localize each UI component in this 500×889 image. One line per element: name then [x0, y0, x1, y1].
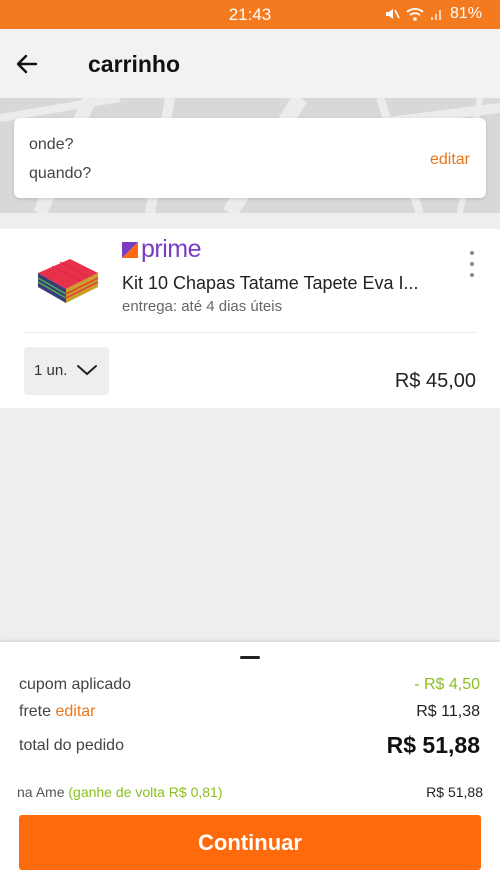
- cart-screen: 21:43 81% carrinho onde? quando? editar …: [0, 0, 500, 889]
- ame-label-group: na Ame (ganhe de volta R$ 0,81): [17, 784, 222, 800]
- continue-button[interactable]: Continuar: [19, 815, 481, 870]
- more-options-button[interactable]: [463, 251, 481, 277]
- where-label: onde?: [29, 136, 74, 153]
- prime-logo-icon: [122, 241, 138, 258]
- shipping-row: frete editar R$ 11,38: [19, 703, 480, 721]
- status-bar: 21:43 81%: [0, 0, 500, 29]
- mute-icon: [384, 6, 400, 22]
- back-button[interactable]: [10, 47, 44, 81]
- prime-badge: prime: [122, 235, 202, 264]
- divider: [24, 332, 476, 333]
- shipping-value: R$ 11,38: [416, 703, 480, 720]
- signal-icon: [430, 7, 444, 21]
- total-value: R$ 51,88: [386, 732, 480, 758]
- shipping-label: frete: [19, 703, 52, 720]
- quantity-value: 1 un.: [34, 362, 68, 379]
- page-title: carrinho: [88, 51, 181, 77]
- location-card[interactable]: onde? quando? editar: [14, 118, 486, 198]
- quantity-select[interactable]: 1 un.: [24, 347, 109, 395]
- battery-level: 81%: [449, 5, 482, 22]
- chevron-down-icon: [77, 365, 97, 376]
- item-price: R$ 45,00: [394, 370, 476, 392]
- total-row: total do pedido R$ 51,88: [19, 732, 480, 759]
- order-summary: cupom aplicado - R$ 4,50 frete editar R$…: [0, 642, 500, 889]
- more-dots-icon: [470, 251, 474, 255]
- delivery-estimate: entrega: até 4 dias úteis: [122, 298, 283, 315]
- coupon-label: cupom aplicado: [19, 676, 132, 693]
- ame-label: na Ame: [17, 784, 65, 800]
- cart-item-card: prime Kit 10 Chapas Tatame Tapete Eva I.…: [0, 229, 500, 408]
- product-image[interactable]: [32, 251, 102, 311]
- app-header: carrinho: [0, 29, 500, 98]
- status-icons: 81%: [384, 5, 482, 23]
- shipping-label-group: frete editar: [19, 703, 96, 721]
- product-title[interactable]: Kit 10 Chapas Tatame Tapete Eva I...: [122, 273, 442, 294]
- ame-row: na Ame (ganhe de volta R$ 0,81) R$ 51,88: [17, 784, 483, 800]
- when-label: quando?: [29, 165, 92, 182]
- edit-location-link[interactable]: editar: [430, 151, 470, 169]
- total-label: total do pedido: [19, 736, 124, 754]
- back-arrow-icon: [16, 54, 38, 74]
- prime-label: prime: [141, 235, 202, 263]
- coupon-discount: - R$ 4,50: [414, 676, 480, 693]
- wifi-icon: [406, 6, 424, 22]
- coupon-row: cupom aplicado - R$ 4,50: [19, 676, 480, 694]
- drag-handle[interactable]: [240, 656, 260, 659]
- ame-value: R$ 51,88: [426, 784, 483, 800]
- ame-cashback: (ganhe de volta R$ 0,81): [68, 784, 223, 800]
- edit-shipping-link[interactable]: editar: [55, 703, 95, 720]
